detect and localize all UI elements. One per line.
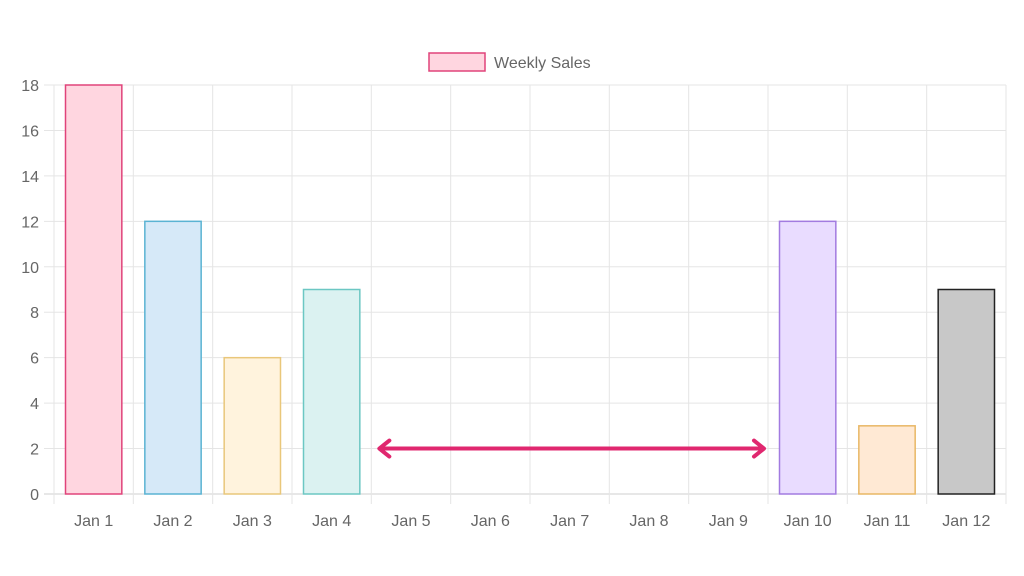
- annotation: [377, 438, 766, 459]
- x-tick-label: Jan 12: [942, 513, 990, 530]
- bar[interactable]: [778, 220, 837, 495]
- y-tick-label: 2: [30, 442, 39, 459]
- legend-swatch[interactable]: [428, 52, 486, 72]
- bar[interactable]: [858, 425, 916, 495]
- x-tick-label: Jan 8: [629, 513, 668, 530]
- x-tick-label: Jan 7: [550, 513, 589, 530]
- x-tick-label: Jan 6: [471, 513, 510, 530]
- bar[interactable]: [302, 288, 361, 495]
- y-tick-label: 6: [30, 351, 39, 368]
- x-tick-label: Jan 2: [153, 513, 192, 530]
- legend-label[interactable]: Weekly Sales: [494, 55, 591, 72]
- bar-chart-svg: 0 2 4 6 8 10 12 14 16 18 Jan 1 Jan 2 Jan 3 Jan 4 Jan 5…: [21, 52, 1007, 530]
- chart: 0 2 4 6 8 10 12 14 16 18 Jan 1 Jan 2 Jan 3 Jan 4 Jan 5…: [0, 0, 1024, 576]
- y-tick-label: 10: [21, 260, 39, 277]
- y-tick-label: 4: [30, 396, 39, 413]
- x-tick-label: Jan 4: [312, 513, 351, 530]
- x-tick-label: Jan 5: [391, 513, 430, 530]
- bar[interactable]: [144, 220, 202, 495]
- x-tick-label: Jan 9: [709, 513, 748, 530]
- x-tick-label: Jan 11: [864, 513, 911, 530]
- y-tick-label: 12: [21, 214, 39, 231]
- y-tick-label: 8: [30, 305, 39, 322]
- legend[interactable]: Weekly Sales: [428, 52, 591, 72]
- bar[interactable]: [937, 288, 996, 495]
- x-tick-label: Jan 1: [74, 513, 113, 530]
- y-tick-label: 16: [21, 123, 39, 140]
- y-tick-label: 0: [30, 487, 39, 504]
- y-tick-label: 18: [21, 78, 39, 95]
- bar[interactable]: [64, 84, 123, 495]
- x-tick-label: Jan 10: [784, 513, 832, 530]
- bar[interactable]: [223, 356, 282, 495]
- y-tick-label: 14: [21, 169, 39, 186]
- x-tick-label: Jan 3: [233, 513, 272, 530]
